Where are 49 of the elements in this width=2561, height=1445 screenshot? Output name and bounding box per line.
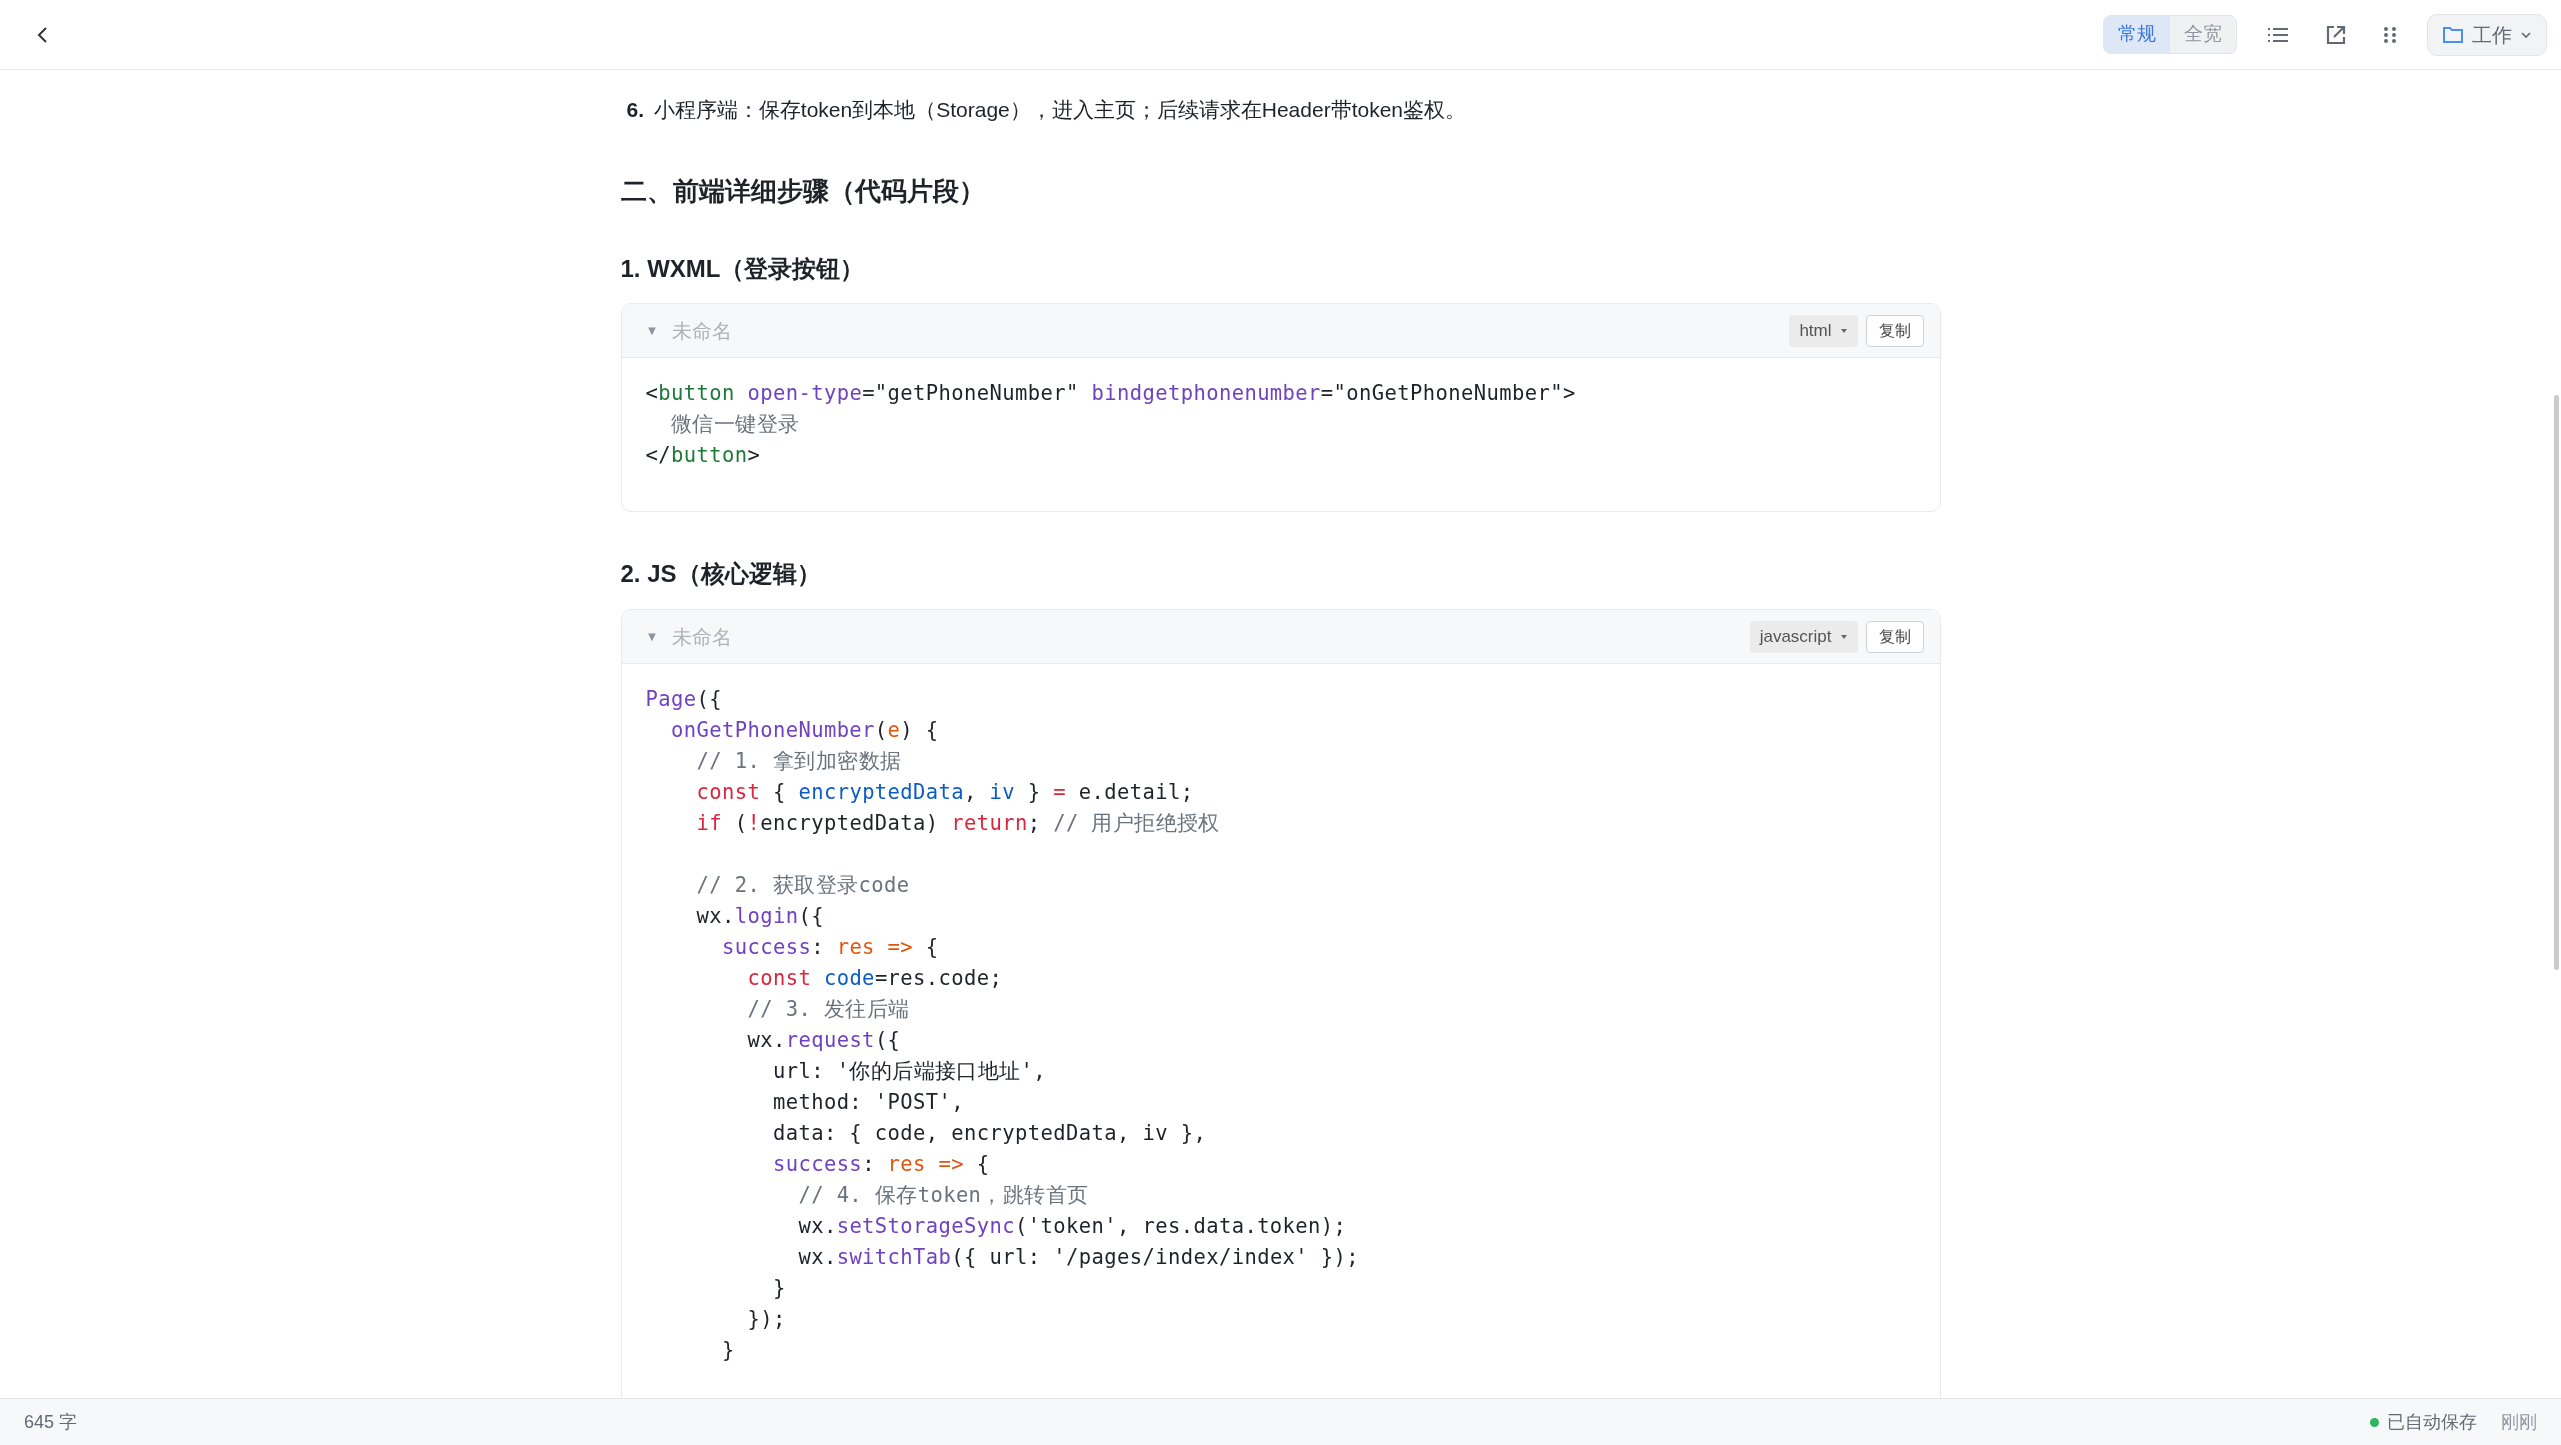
code-line: success: res => {	[720, 934, 940, 962]
section-heading: 二、前端详细步骤（代码片段）	[620, 175, 986, 207]
language-dropdown[interactable]: html	[1789, 315, 1858, 347]
subsection-heading: 1. WXML（登录按钮）	[620, 254, 866, 284]
caret-icon	[1840, 329, 1847, 333]
code-line: 微信一键登录	[669, 411, 801, 439]
chevron-down-icon	[2521, 31, 2531, 38]
caret-icon	[1840, 634, 1847, 639]
code-line: onGetPhoneNumber(e) {	[669, 717, 940, 745]
copy-button[interactable]: 复制	[1865, 315, 1924, 347]
folder-icon	[2443, 26, 2463, 43]
width-mode-tab[interactable]: 常规	[2104, 16, 2170, 53]
code-line: // 3. 发往后端	[746, 996, 911, 1024]
code-line: const code=res.code;	[746, 965, 1004, 993]
language-dropdown[interactable]: javascript	[1749, 621, 1858, 653]
code-line: }	[720, 1337, 736, 1365]
back-icon	[37, 26, 47, 43]
width-mode-tab[interactable]: 全宽	[2170, 16, 2236, 53]
code-line: // 1. 拿到加密数据	[695, 748, 903, 776]
code-line: wx.setStorageSync('token', res.data.token);	[797, 1213, 1348, 1241]
code-line: url: '你的后端接口地址',	[771, 1058, 1048, 1086]
code-line: }	[771, 1275, 787, 1303]
save-time: 刚刚	[2501, 1410, 2537, 1434]
code-line: wx.login({	[695, 903, 825, 931]
code-line: data: { code, encryptedData, iv },	[771, 1120, 1208, 1148]
code-line: // 4. 保存token，跳转首页	[797, 1182, 1090, 1210]
collapse-toggle[interactable]: ▼	[645, 321, 659, 341]
code-block-name: 未命名	[672, 319, 733, 344]
code-line: if (!encryptedData) return; // 用户拒绝授权	[695, 810, 1221, 838]
code-line: wx.request({	[746, 1027, 902, 1055]
subsection-heading: 2. JS（核心逻辑）	[620, 560, 822, 590]
collapse-toggle[interactable]: ▼	[645, 627, 659, 647]
code-line: });	[746, 1306, 787, 1334]
code-line: method: 'POST',	[771, 1089, 966, 1117]
code-block-name: 未命名	[672, 624, 733, 650]
code-line: Page({	[645, 686, 723, 714]
list-item-text: 6. 小程序端：保存token到本地（Storage），进入主页；后续请求在Header带token鉴权。	[626, 97, 1468, 123]
save-status: 已自动保存	[2387, 1410, 2477, 1434]
code-line: <button open-type="getPhoneNumber" bindgetphonenumber="onGetPhoneNumber">	[645, 380, 1577, 408]
folder-button[interactable]: 工作	[2427, 13, 2547, 56]
code-line: // 2. 获取登录code	[695, 872, 911, 900]
code-line: wx.switchTab({ url: '/pages/index/index' });	[797, 1244, 1361, 1272]
code-line: </button>	[645, 442, 762, 470]
code-line: const { encryptedData, iv } = e.detail;	[695, 779, 1195, 807]
saved-status-dot	[2370, 1417, 2379, 1427]
word-count: 645 字	[24, 1410, 78, 1434]
scrollbar-thumb[interactable]	[2554, 395, 2559, 970]
code-line: success: res => {	[771, 1151, 991, 1179]
copy-button[interactable]: 复制	[1865, 620, 1924, 653]
